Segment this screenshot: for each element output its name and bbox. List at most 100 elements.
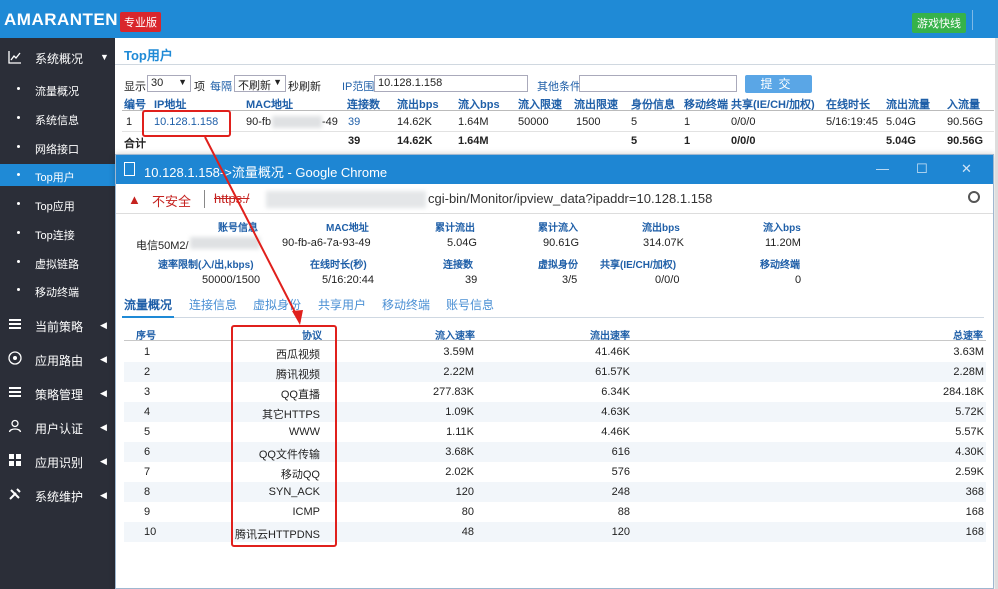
tab-connections[interactable]: 连接信息 <box>189 296 237 313</box>
row-out-traffic: 5.04G <box>886 116 916 128</box>
caret-left-icon: ◀ <box>100 456 107 466</box>
sidebar-group-label: 当前策略 <box>35 320 84 334</box>
sidebar-item-label: 流量概况 <box>35 86 79 98</box>
tab-shared-users[interactable]: 共享用户 <box>318 296 366 313</box>
row-out-bps: 14.62K <box>397 116 432 128</box>
row-mac-suffix: -49 <box>322 116 338 128</box>
other-condition-input[interactable] <box>579 75 737 92</box>
page-size-select[interactable]: 30 ▼ <box>147 75 191 92</box>
cell-no: 5 <box>144 426 151 438</box>
sidebar-group-app-recog[interactable]: 应用识别 ◀ <box>0 452 115 472</box>
bullet-icon <box>17 87 20 90</box>
tab-mobile[interactable]: 移动终端 <box>382 296 430 313</box>
warning-icon: ▲ <box>128 192 141 207</box>
cell-out: 616 <box>611 446 630 458</box>
row-online: 5/16:19:45 <box>826 116 878 128</box>
cell-out: 120 <box>611 526 630 538</box>
row-in-traffic: 90.56G <box>947 116 984 128</box>
cell-in: 3.68K <box>445 446 474 458</box>
sidebar-item-mobile[interactable]: 移动终端 <box>0 279 115 301</box>
caret-left-icon: ◀ <box>100 490 107 500</box>
cell-out: 4.46K <box>601 426 630 438</box>
tab-account[interactable]: 账号信息 <box>446 296 494 313</box>
popup-title: 10.128.1.158->流量概况 - Google Chrome <box>144 165 388 180</box>
sidebar-group-label: 系统维护 <box>35 490 84 504</box>
address-bar[interactable]: ▲ 不安全 https:/ cgi-bin/Monitor/ipview_dat… <box>116 184 993 214</box>
other-condition-label: 其他条件 <box>537 81 581 93</box>
ip-range-input[interactable]: 10.128.1.158 <box>374 75 528 92</box>
user-icon <box>8 419 22 433</box>
popup-titlebar: 10.128.1.158->流量概况 - Google Chrome — ☐ ✕ <box>116 155 993 185</box>
cell-in: 1.09K <box>445 406 474 418</box>
in-bps-label: 流入bps <box>763 223 801 234</box>
sidebar-item-system-info[interactable]: 系统信息 <box>0 107 115 129</box>
page-size-value: 30 <box>151 77 164 89</box>
submit-button[interactable]: 提交 <box>745 75 812 93</box>
sidebar-group-label: 系统概况 <box>35 52 84 66</box>
address-separator <box>204 190 205 208</box>
online-label: 在线时长(秒) <box>310 260 367 271</box>
sidebar-item-top-connections[interactable]: Top连接 <box>0 222 115 244</box>
caret-down-icon: ▼ <box>178 77 187 87</box>
sidebar: 系统概况 ▼ 流量概况 系统信息 网络接口 Top用户 Top应用 Top连接 … <box>0 38 115 589</box>
cell-in: 48 <box>461 526 474 538</box>
cell-in: 2.22M <box>443 366 474 378</box>
sidebar-item-interfaces[interactable]: 网络接口 <box>0 136 115 158</box>
sidebar-item-traffic[interactable]: 流量概况 <box>0 78 115 100</box>
blurred-mac <box>272 116 322 128</box>
caret-left-icon: ◀ <box>100 354 107 364</box>
close-icon[interactable]: ✕ <box>961 161 972 177</box>
cell-no: 9 <box>144 506 151 518</box>
zoom-icon[interactable] <box>968 191 980 203</box>
minimize-icon[interactable]: — <box>876 161 889 176</box>
sidebar-group-policy[interactable]: 当前策略 ◀ <box>0 316 115 336</box>
sidebar-group-maintenance[interactable]: 系统维护 ◀ <box>0 486 115 506</box>
top-header: AMARANTEN 专业版 游戏快线 <box>0 0 998 38</box>
sidebar-group-auth[interactable]: 用户认证 ◀ <box>0 418 115 438</box>
cell-out: 61.57K <box>595 366 630 378</box>
sidebar-group-monitor[interactable]: 系统概况 ▼ <box>0 48 115 68</box>
sidebar-item-top-apps[interactable]: Top应用 <box>0 193 115 215</box>
sidebar-group-policy-manage[interactable]: 策略管理 ◀ <box>0 384 115 404</box>
cell-total: 168 <box>965 526 984 538</box>
total-in-label: 累计流入 <box>538 223 578 234</box>
highlight-ip-box <box>142 110 231 137</box>
title-divider <box>115 64 998 65</box>
sidebar-item-top-users[interactable]: Top用户 <box>0 164 115 186</box>
page-title: Top用户 <box>124 48 173 63</box>
brand-logo: AMARANTEN <box>4 10 119 29</box>
tab-traffic[interactable]: 流量概况 <box>124 296 172 313</box>
show-label: 显示 <box>124 81 146 93</box>
cell-in: 2.02K <box>445 466 474 478</box>
game-fastlane-button[interactable]: 游戏快线 <box>912 13 966 33</box>
refresh-select[interactable]: 不刷新 ▼ <box>234 75 286 92</box>
row-no: 1 <box>126 116 133 128</box>
total-out-value: 5.04G <box>447 237 477 249</box>
row-in-bps: 1.64M <box>458 116 489 128</box>
insecure-label[interactable]: 不安全 <box>152 191 191 210</box>
maximize-icon[interactable]: ☐ <box>916 161 928 177</box>
account-value: 电信50M2/ <box>136 240 189 252</box>
sidebar-group-routing[interactable]: 应用路由 ◀ <box>0 350 115 370</box>
url-scheme: https:/ <box>214 191 250 206</box>
bullet-icon <box>17 202 20 205</box>
document-icon <box>124 162 135 176</box>
tab-virtual-id[interactable]: 虚拟身份 <box>253 296 301 313</box>
cell-total: 168 <box>965 506 984 518</box>
mobile-label: 移动终端 <box>760 260 800 271</box>
header-divider <box>122 110 994 111</box>
total-label: 合计 <box>124 138 146 150</box>
bullet-icon <box>17 145 20 148</box>
total-in-bps: 1.64M <box>458 135 489 147</box>
caret-down-icon: ▼ <box>273 77 282 87</box>
cell-out: 4.63K <box>601 406 630 418</box>
sidebar-item-virtual-links[interactable]: 虚拟链路 <box>0 251 115 273</box>
total-identity: 5 <box>631 135 638 147</box>
virtual-value: 3/5 <box>562 274 578 286</box>
sidebar-item-label: 移动终端 <box>35 287 79 299</box>
cell-in: 3.59M <box>443 346 474 358</box>
chart-icon <box>8 51 21 64</box>
cell-out: 248 <box>611 486 630 498</box>
row-conn-link[interactable]: 39 <box>348 116 360 128</box>
row-share: 0/0/0 <box>731 116 756 128</box>
